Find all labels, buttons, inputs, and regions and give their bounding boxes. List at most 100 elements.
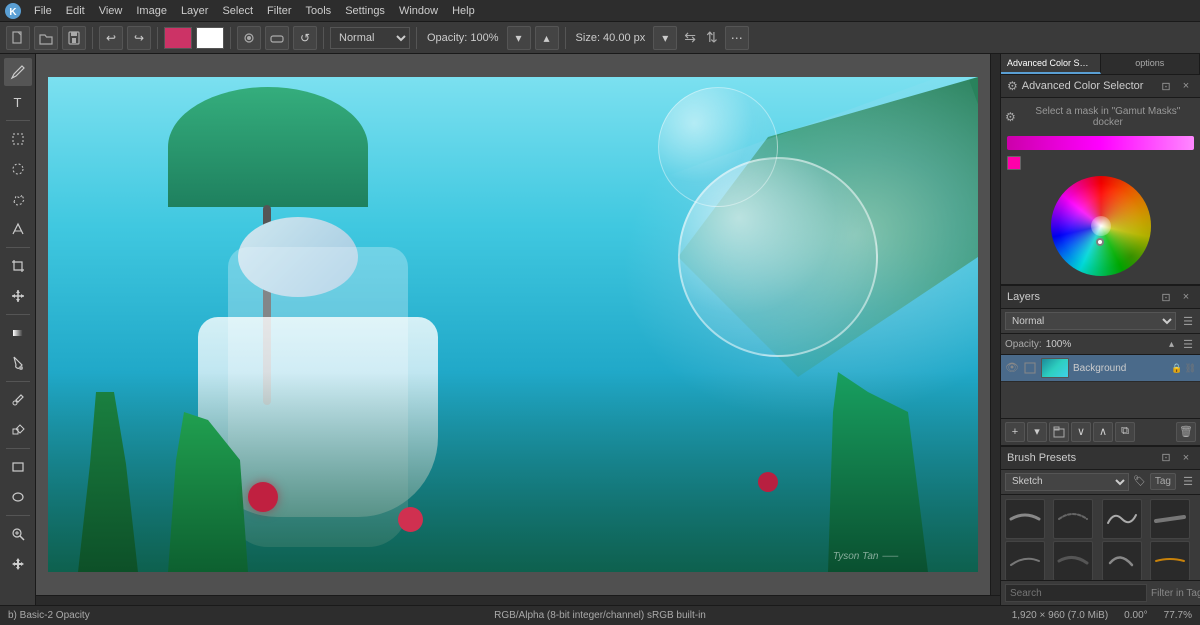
layers-docker-float-button[interactable]: ⊡ [1158, 289, 1174, 305]
menu-view[interactable]: View [93, 3, 129, 19]
brush-list-view-button[interactable]: ☰ [1180, 474, 1196, 490]
tab-tool-options[interactable]: options [1101, 54, 1200, 74]
ellipse-tool[interactable] [4, 483, 32, 511]
duplicate-layer-button[interactable]: ⧉ [1115, 422, 1135, 442]
color-wheel[interactable] [1051, 176, 1151, 276]
color-docker-float-button[interactable]: ⊡ [1158, 78, 1174, 94]
menu-layer[interactable]: Layer [175, 3, 215, 19]
more-options-button[interactable]: ⋯ [725, 26, 749, 50]
brush-preset-item-4[interactable] [1150, 499, 1190, 539]
tool-separator-3 [6, 314, 30, 315]
zoom-tool[interactable] [4, 520, 32, 548]
add-group-button[interactable] [1049, 422, 1069, 442]
paint-mode-button[interactable] [237, 26, 261, 50]
move-layer-up-button[interactable]: ∨ [1071, 422, 1091, 442]
rect-tool[interactable] [4, 453, 32, 481]
vertical-scrollbar[interactable] [990, 54, 1000, 595]
layers-panel-inner: NormalMultiplyScreen ☰ Opacity: 100% ▴ ☰… [1001, 309, 1200, 418]
size-down-button[interactable]: ▾ [653, 26, 677, 50]
layers-docker-close-button[interactable]: × [1178, 289, 1194, 305]
brush-preset-item-5[interactable] [1005, 541, 1045, 581]
pan-tool[interactable] [4, 550, 32, 578]
layer-lock-icon: 🔒 [1171, 363, 1182, 374]
toolbar: ↩ ↪ ↺ NormalMultiplyScreen Opacity: 100%… [0, 22, 1200, 54]
toolbar-separator-5 [416, 27, 417, 49]
undo-button[interactable]: ↩ [99, 26, 123, 50]
color-gradient-bar[interactable] [1007, 136, 1194, 150]
brush-preset-item-1[interactable] [1005, 499, 1045, 539]
brush-preset-item-8[interactable] [1150, 541, 1190, 581]
blend-mode-select[interactable]: NormalMultiplyScreen [330, 27, 410, 49]
menu-help[interactable]: Help [446, 3, 481, 19]
horizontal-scrollbar[interactable] [36, 595, 1000, 605]
ellipse-select-tool[interactable] [4, 155, 32, 183]
refresh-button[interactable]: ↺ [293, 26, 317, 50]
redo-button[interactable]: ↪ [127, 26, 151, 50]
menu-tools[interactable]: Tools [300, 3, 338, 19]
menu-window[interactable]: Window [393, 3, 444, 19]
menu-settings[interactable]: Settings [339, 3, 391, 19]
brush-preset-item-3[interactable] [1102, 499, 1142, 539]
color-wheel-cursor[interactable] [1096, 238, 1104, 246]
smart-patch-tool[interactable] [4, 416, 32, 444]
opacity-up-button[interactable]: ▴ [535, 26, 559, 50]
flip-h-icon[interactable]: ⇆ [681, 29, 699, 46]
brush-tag-icon: 🏷 [1133, 476, 1146, 487]
layer-visibility-icon[interactable]: 👁 [1005, 361, 1019, 375]
umbrella [168, 87, 368, 207]
layers-toolbar: + ▾ ∨ ∧ ⧉ 🗑 [1001, 418, 1200, 445]
fill-tool[interactable] [4, 349, 32, 377]
rect-select-tool[interactable] [4, 125, 32, 153]
tool-separator-2 [6, 247, 30, 248]
save-file-button[interactable] [62, 26, 86, 50]
background-color[interactable] [196, 27, 224, 49]
layer-row-background[interactable]: 👁 Background 🔒 ⛓ [1001, 355, 1200, 382]
eyedropper-tool[interactable] [4, 386, 32, 414]
menu-image[interactable]: Image [130, 3, 173, 19]
move-tool[interactable] [4, 282, 32, 310]
opacity-value-text: 100% [1046, 339, 1163, 350]
new-file-button[interactable] [6, 26, 30, 50]
delete-layer-button[interactable]: 🗑 [1176, 422, 1196, 442]
layers-blend-select[interactable]: NormalMultiplyScreen [1005, 312, 1176, 330]
brush-preset-item-6[interactable] [1053, 541, 1093, 581]
erase-mode-button[interactable] [265, 26, 289, 50]
status-tool-text: b) Basic-2 Opacity [8, 610, 294, 621]
brush-search-input[interactable] [1005, 584, 1147, 602]
brush-docker-float-button[interactable]: ⊡ [1158, 450, 1174, 466]
text-tool[interactable]: T [4, 88, 32, 116]
foreground-color[interactable] [164, 27, 192, 49]
move-layer-down-button[interactable]: ∧ [1093, 422, 1113, 442]
color-docker-close-button[interactable]: × [1178, 78, 1194, 94]
menu-select[interactable]: Select [216, 3, 259, 19]
contiguous-select-tool[interactable] [4, 215, 32, 243]
gradient-tool[interactable] [4, 319, 32, 347]
layer-dropdown-button[interactable]: ▾ [1027, 422, 1047, 442]
brush-category-select[interactable]: SketchBasicDigitalInk [1005, 473, 1129, 491]
brush-preset-item-2[interactable] [1053, 499, 1093, 539]
brush-docker-close-button[interactable]: × [1178, 450, 1194, 466]
flip-v-icon[interactable]: ⇅ [703, 29, 721, 46]
color-wheel-center [1091, 216, 1111, 236]
opacity-increase-btn[interactable]: ▴ [1167, 339, 1176, 350]
freehand-select-tool[interactable] [4, 185, 32, 213]
add-layer-button[interactable]: + [1005, 422, 1025, 442]
tab-advanced-color-selector[interactable]: Advanced Color Selector [1001, 54, 1101, 74]
layer-linked-icon: ⛓ [1185, 363, 1196, 374]
menu-file[interactable]: File [28, 3, 58, 19]
layers-menu-button[interactable]: ☰ [1180, 313, 1196, 329]
layers-opacity-row: Opacity: 100% ▴ ☰ [1001, 334, 1200, 355]
flower-3 [758, 472, 778, 492]
layer-type-icon [1023, 361, 1037, 375]
open-file-button[interactable] [34, 26, 58, 50]
opacity-down-button[interactable]: ▾ [507, 26, 531, 50]
brush-tool[interactable] [4, 58, 32, 86]
brush-tag-label[interactable]: Tag [1150, 473, 1176, 490]
color-swatch[interactable] [1007, 156, 1021, 170]
canvas-area[interactable]: Tyson Tan ⸺ [36, 54, 990, 595]
menu-edit[interactable]: Edit [60, 3, 91, 19]
brush-preset-item-7[interactable] [1102, 541, 1142, 581]
menu-filter[interactable]: Filter [261, 3, 297, 19]
layers-options-button[interactable]: ☰ [1180, 336, 1196, 352]
crop-tool[interactable] [4, 252, 32, 280]
